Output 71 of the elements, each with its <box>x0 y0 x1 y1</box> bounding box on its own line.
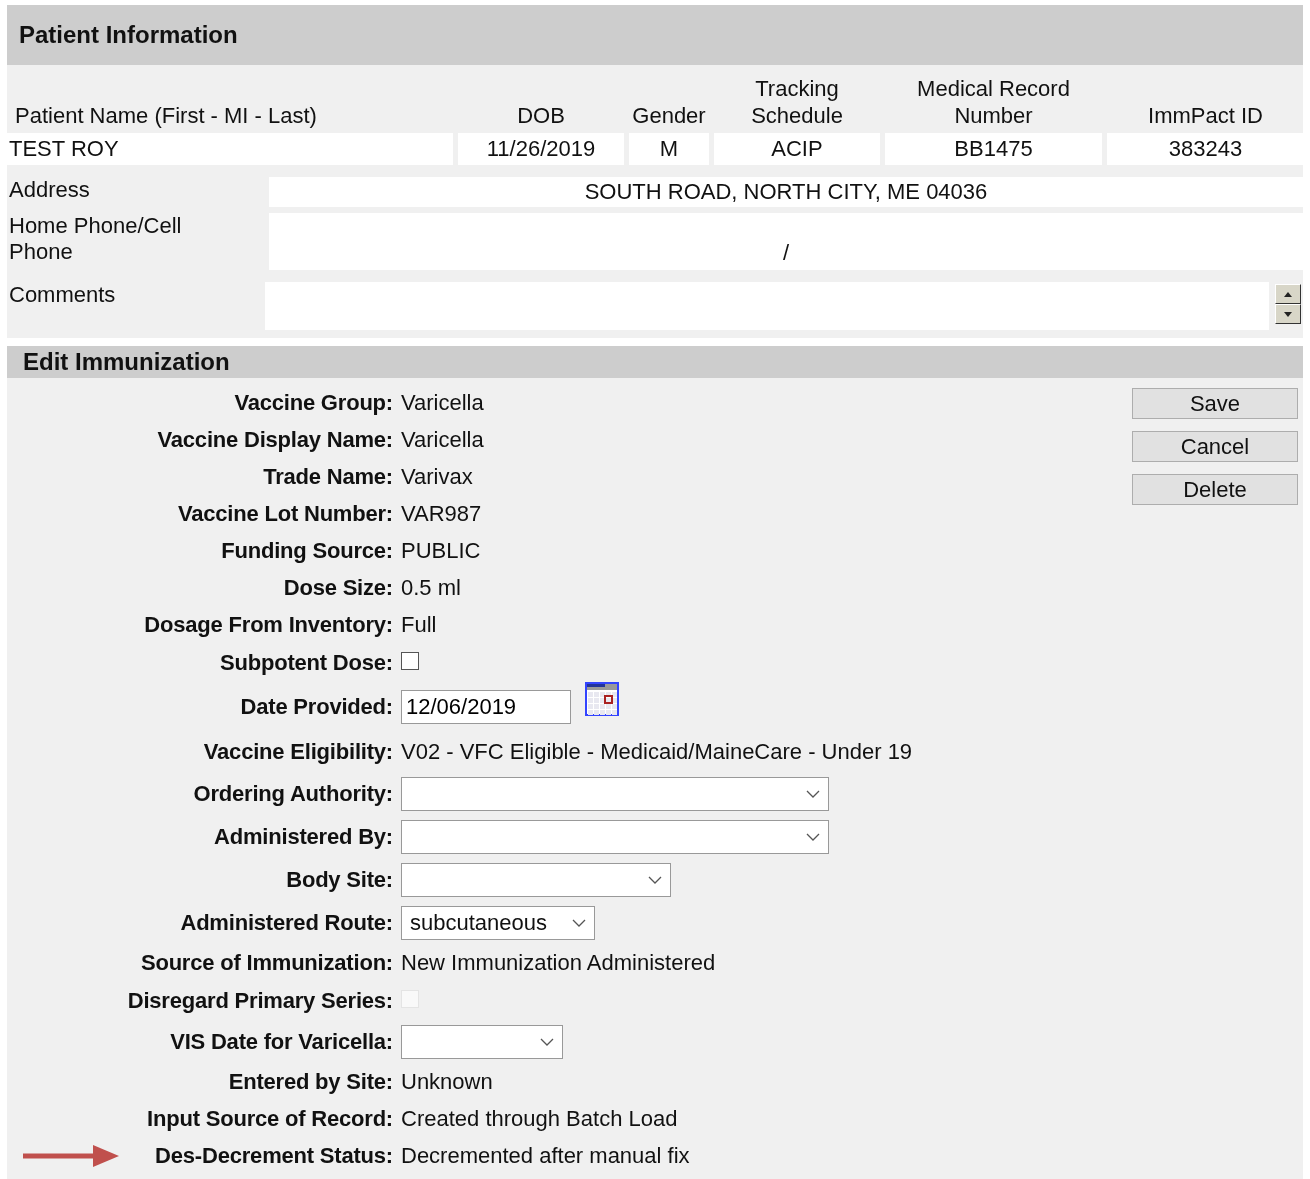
calendar-icon[interactable] <box>585 682 619 716</box>
scroll-down-button[interactable] <box>1275 304 1301 324</box>
chevron-down-icon <box>572 918 586 927</box>
column-header: DOB <box>516 102 566 129</box>
column-header: Gender <box>631 102 707 129</box>
chevron-down-icon <box>806 789 820 798</box>
triangle-down-icon <box>1284 311 1292 317</box>
field-label: Home Phone/Cell Phone <box>8 213 183 265</box>
dropdown[interactable] <box>401 862 671 897</box>
phone-value: / <box>269 213 1303 270</box>
field-value: Decremented after manual fix <box>401 1142 690 1168</box>
field-label: Trade Name: <box>263 463 393 490</box>
field-label: Vaccine Lot Number: <box>177 500 393 527</box>
column-header: Tracking Schedule <box>750 75 844 129</box>
checkbox[interactable] <box>401 651 419 670</box>
field-label: Disregard Primary Series: <box>127 987 393 1014</box>
action-button[interactable]: Delete <box>1132 474 1298 505</box>
column-header: Medical Record Number <box>916 75 1071 129</box>
field-value: Full <box>401 611 437 637</box>
section-title: Edit Immunization <box>23 348 230 376</box>
dropdown[interactable] <box>401 819 829 854</box>
field-value: Unknown <box>401 1068 493 1094</box>
date-field[interactable]: 12/06/2019 <box>401 690 571 724</box>
triangle-up-icon <box>1284 291 1292 297</box>
field-label: Funding Source: <box>221 537 393 564</box>
field-value: 0.5 ml <box>401 574 461 600</box>
field-label: Ordering Authority: <box>193 780 393 807</box>
field-label: Date Provided: <box>240 694 393 720</box>
field-label: Dose Size: <box>283 574 393 601</box>
field-value: Varicella <box>401 389 484 415</box>
column-header: ImmPact ID <box>1147 102 1264 129</box>
field-label: Subpotent Dose: <box>220 649 393 676</box>
table-cell: BB1475 <box>885 133 1102 165</box>
table-cell: 11/26/2019 <box>458 133 624 165</box>
field-label: Comments <box>8 282 117 308</box>
field-value: Created through Batch Load <box>401 1105 678 1131</box>
field-label: Address <box>8 177 91 203</box>
address-value: SOUTH ROAD, NORTH CITY, ME 04036 <box>269 177 1303 207</box>
action-button[interactable]: Save <box>1132 388 1298 419</box>
field-value: New Immunization Administered <box>401 949 716 975</box>
field-label: Entered by Site: <box>228 1068 393 1095</box>
field-value: PUBLIC <box>401 537 481 563</box>
field-label: Source of Immunization: <box>140 949 393 976</box>
dropdown[interactable]: subcutaneous <box>401 905 595 940</box>
field-label: Administered Route: <box>180 909 393 936</box>
chevron-down-icon <box>648 875 662 884</box>
table-cell: TEST ROY <box>7 133 453 165</box>
dropdown[interactable] <box>401 776 829 811</box>
field-label: VIS Date for Varicella: <box>170 1028 393 1055</box>
field-label: Body Site: <box>286 866 393 893</box>
field-label: Vaccine Eligibility: <box>203 739 393 765</box>
field-label: Dosage From Inventory: <box>144 611 393 638</box>
dropdown[interactable] <box>401 1024 563 1059</box>
field-value: V02 - VFC Eligible - Medicaid/MaineCare - Under 19 <box>401 739 913 764</box>
table-cell: 383243 <box>1107 133 1304 165</box>
field-label: Des-Decrement Status: <box>155 1142 393 1169</box>
chevron-down-icon <box>806 832 820 841</box>
column-header: Patient Name (First - MI - Last) <box>14 102 318 129</box>
field-value: Varivax <box>401 463 473 489</box>
field-label: Administered By: <box>214 823 393 850</box>
table-cell: ACIP <box>714 133 880 165</box>
field-value: Varicella <box>401 426 484 452</box>
field-label: Vaccine Group: <box>234 389 393 416</box>
action-button[interactable]: Cancel <box>1132 431 1298 462</box>
table-cell: M <box>629 133 709 165</box>
field-value: VAR987 <box>401 500 482 526</box>
field-label: Vaccine Display Name: <box>157 426 393 453</box>
section-title: Patient Information <box>19 21 238 49</box>
chevron-down-icon <box>540 1037 554 1046</box>
scroll-up-button[interactable] <box>1275 284 1301 304</box>
field-label: Input Source of Record: <box>147 1105 393 1132</box>
